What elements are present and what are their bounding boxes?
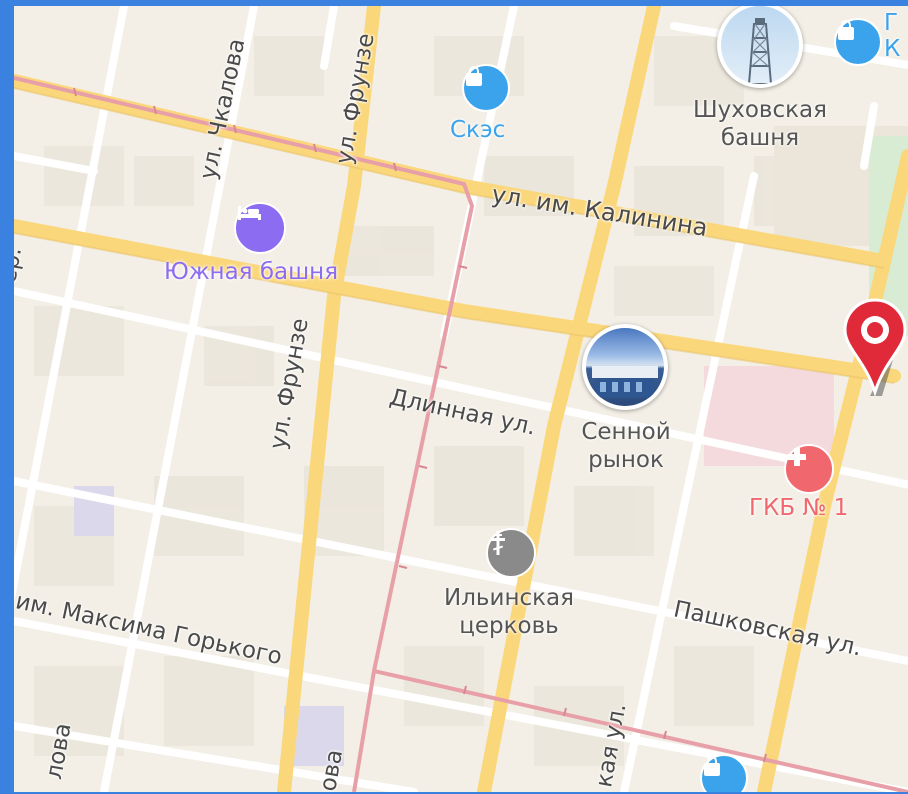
shop-pin-skes[interactable] [462,64,510,112]
poi-label-shukhov-tower[interactable]: Шуховская башня [682,96,838,152]
hospital-pin-gkb1[interactable] [784,444,834,494]
map-frame: ул. им. Калинина ул. Чкалова ул. Фрунзе … [0,0,908,794]
map-view[interactable]: ул. им. Калинина ул. Чкалова ул. Фрунзе … [14,6,908,792]
poi-label-senny-market[interactable]: Сенной рынок [564,418,688,474]
market-photo [586,328,664,406]
poi-label-gkb1[interactable]: ГКБ № 1 [749,494,848,522]
poi-label-skes[interactable]: Скэс [450,116,505,144]
location-pin-marker[interactable] [842,296,908,406]
photo-marker-shukhov-tower[interactable] [717,6,803,88]
photo-marker-senny-market[interactable] [582,324,668,410]
tower-photo [721,6,799,84]
poi-label-south-tower[interactable]: Южная башня [164,258,338,286]
poi-label-top-right-shop[interactable]: Г К [884,10,900,62]
shop-pin-top-right[interactable] [834,18,882,66]
hotel-pin-south-tower[interactable] [234,202,286,254]
church-pin-ilinskaya[interactable] [486,528,536,578]
location-pin-icon [843,298,907,398]
poi-label-ilinskaya-church[interactable]: Ильинская церковь [429,584,589,640]
